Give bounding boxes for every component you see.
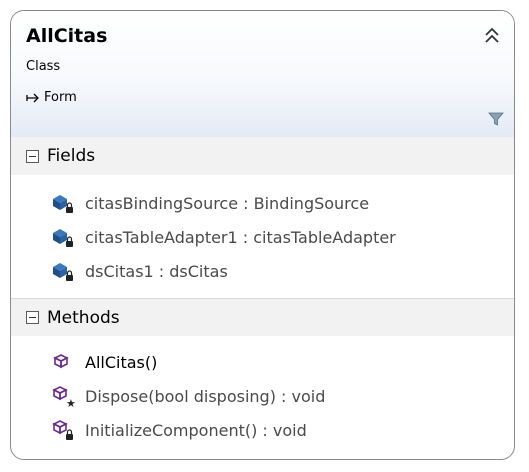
class-stereotype: Class <box>26 59 61 74</box>
field-item[interactable]: citasTableAdapter1 : citasTableAdapter <box>51 223 396 251</box>
public-method-icon <box>53 354 69 369</box>
method-item[interactable]: AllCitas() <box>51 348 157 376</box>
class-header: AllCitas Class Form <box>11 11 514 138</box>
methods-section-header[interactable]: Methods <box>11 298 514 336</box>
class-name: AllCitas <box>26 25 108 47</box>
field-label: dsCitas1 : dsCitas <box>85 261 228 281</box>
private-field-icon <box>53 229 73 247</box>
class-shape[interactable]: AllCitas Class Form Fields citasBindingS… <box>10 10 515 460</box>
fields-collapse-toggle[interactable] <box>26 149 39 163</box>
collapse-chevron-icon[interactable] <box>482 25 502 47</box>
private-field-icon <box>53 263 73 281</box>
svg-text:★: ★ <box>66 397 75 408</box>
private-method-icon <box>52 420 73 440</box>
method-label: AllCitas() <box>85 352 158 372</box>
method-label: Dispose(bool disposing) : void <box>85 386 326 406</box>
method-item[interactable]: InitializeComponent() : void <box>51 416 307 444</box>
base-class-name: Form <box>44 90 77 105</box>
field-item[interactable]: dsCitas1 : dsCitas <box>51 257 228 285</box>
protected-method-icon: ★ <box>52 386 75 408</box>
inheritance-arrow-icon <box>26 93 39 102</box>
fields-section-title: Fields <box>47 146 96 166</box>
private-field-icon <box>53 195 73 213</box>
field-label: citasBindingSource : BindingSource <box>85 193 370 213</box>
method-item[interactable]: ★ Dispose(bool disposing) : void <box>51 382 325 410</box>
field-item[interactable]: citasBindingSource : BindingSource <box>51 189 369 217</box>
diagram-canvas: AllCitas Class Form Fields citasBindingS… <box>0 0 529 472</box>
filter-icon[interactable] <box>488 111 504 127</box>
method-label: InitializeComponent() : void <box>85 420 307 440</box>
methods-section-title: Methods <box>47 307 120 328</box>
field-label: citasTableAdapter1 : citasTableAdapter <box>85 227 396 247</box>
fields-section-header[interactable]: Fields <box>11 137 514 175</box>
base-class-row: Form <box>26 90 77 105</box>
methods-collapse-toggle[interactable] <box>26 311 39 324</box>
